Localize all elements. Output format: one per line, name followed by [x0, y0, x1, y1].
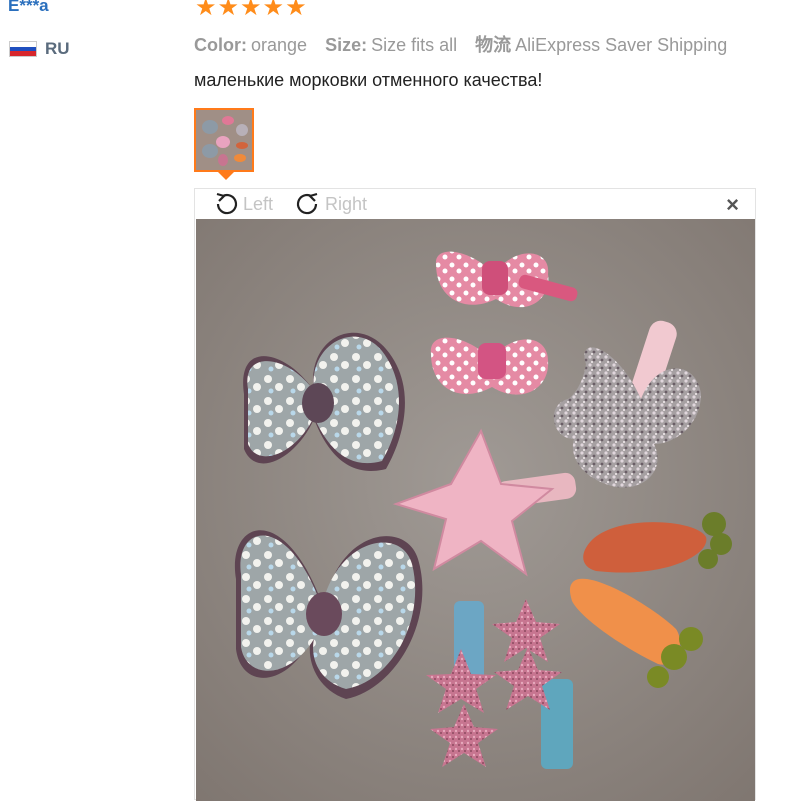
shipping-key: 物流 — [475, 35, 512, 55]
size-value: Size fits all — [371, 35, 458, 55]
rotate-right-button[interactable]: Right — [293, 191, 367, 217]
close-viewer-button[interactable]: × — [726, 194, 739, 216]
review-photo-thumbnail[interactable] — [194, 108, 254, 172]
rotate-right-icon — [296, 192, 318, 215]
country-code: RU — [45, 39, 70, 58]
size-key: Size: — [325, 35, 368, 55]
hair-clips-photo — [196, 219, 755, 801]
star-icon: ★ — [262, 0, 285, 21]
photo-viewer: Left Right × — [194, 188, 756, 801]
rotate-left-label: Left — [243, 193, 274, 214]
rotate-right-label: Right — [325, 193, 368, 214]
russia-flag-icon — [9, 41, 37, 57]
thumbnail-pointer — [218, 172, 234, 180]
reviewer-country: RU — [9, 39, 70, 59]
star-icon: ★ — [195, 0, 217, 21]
reviewer-name: E***a — [8, 0, 49, 15]
color-value: orange — [251, 35, 308, 55]
star-icon: ★ — [285, 0, 307, 21]
star-icon: ★ — [217, 0, 240, 21]
rotate-left-icon — [216, 192, 238, 215]
review-text: маленькие морковки отменного качества! — [194, 70, 543, 90]
review-photo — [196, 219, 755, 801]
star-rating: ★ ★ ★ ★ ★ — [195, 0, 307, 20]
star-icon: ★ — [240, 0, 262, 21]
pink-bow-2 — [430, 337, 549, 395]
review-meta: Color: orange Size: Size fits all 物流 AliExpre… — [194, 31, 727, 57]
viewer-toolbar: Left Right × — [195, 189, 755, 219]
shipping-value: AliExpress Saver Shipping — [515, 35, 728, 55]
color-key: Color: — [194, 35, 247, 55]
rotate-left-button[interactable]: Left — [211, 191, 273, 217]
